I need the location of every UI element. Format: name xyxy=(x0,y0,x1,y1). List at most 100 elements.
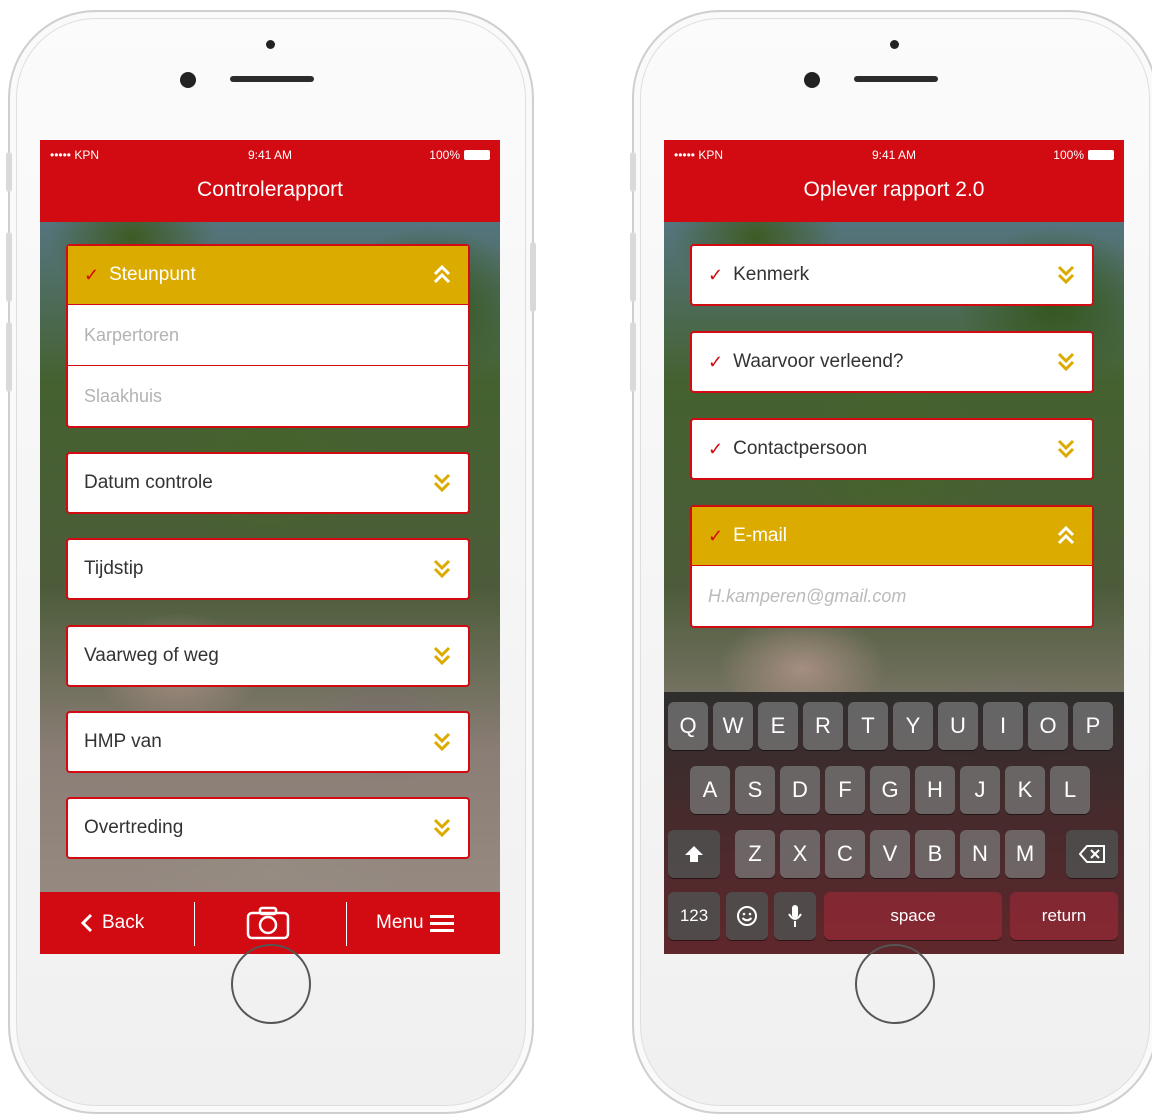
header-bar: ••••• KPN 9:41 AM 100% Oplever rapport 2… xyxy=(664,140,1124,222)
section-contactpersoon[interactable]: ✓ Contactpersoon xyxy=(690,418,1094,480)
section-label: Vaarweg of weg xyxy=(84,645,219,666)
section-header[interactable]: Overtreding xyxy=(68,799,468,857)
power-button xyxy=(530,242,536,312)
chevron-down-double-icon[interactable] xyxy=(432,556,452,580)
dictation-key[interactable] xyxy=(774,892,816,940)
key-v[interactable]: V xyxy=(870,830,910,878)
chevron-down-double-icon[interactable] xyxy=(432,815,452,839)
chevron-down-double-icon[interactable] xyxy=(1056,349,1076,373)
section-hmp-van[interactable]: HMP van xyxy=(66,711,470,773)
section-header[interactable]: HMP van xyxy=(68,713,468,771)
key-n[interactable]: N xyxy=(960,830,1000,878)
emoji-key[interactable] xyxy=(726,892,768,940)
volume-up-button xyxy=(630,232,636,302)
chevron-up-double-icon[interactable] xyxy=(432,262,452,286)
section-label: Contactpersoon xyxy=(733,438,868,459)
section-overtreding[interactable]: Overtreding xyxy=(66,797,470,859)
checkmark-icon: ✓ xyxy=(708,351,724,372)
front-camera xyxy=(180,72,196,88)
earpiece-speaker xyxy=(230,76,314,82)
section-tijdstip[interactable]: Tijdstip xyxy=(66,538,470,600)
screen-right: ••••• KPN 9:41 AM 100% Oplever rapport 2… xyxy=(664,140,1124,954)
option-row[interactable]: Slaakhuis xyxy=(68,365,468,426)
email-field[interactable]: H.kamperen@gmail.com xyxy=(692,565,1092,626)
camera-icon xyxy=(246,906,290,940)
section-steunpunt: ✓ Steunpunt Karpertoren Slaakhuis xyxy=(66,244,470,428)
page-title: Controlerapport xyxy=(197,178,343,201)
clock: 9:41 AM xyxy=(871,148,917,162)
battery-indicator: 100% xyxy=(1053,148,1114,162)
key-q[interactable]: Q xyxy=(668,702,708,750)
key-l[interactable]: L xyxy=(1050,766,1090,814)
key-g[interactable]: G xyxy=(870,766,910,814)
key-o[interactable]: O xyxy=(1028,702,1068,750)
earpiece-speaker xyxy=(854,76,938,82)
chevron-up-double-icon[interactable] xyxy=(1056,523,1076,547)
battery-icon xyxy=(464,150,490,160)
key-b[interactable]: B xyxy=(915,830,955,878)
key-m[interactable]: M xyxy=(1005,830,1045,878)
checkmark-icon: ✓ xyxy=(708,438,724,459)
key-y[interactable]: Y xyxy=(893,702,933,750)
section-header[interactable]: Vaarweg of weg xyxy=(68,627,468,685)
home-button[interactable] xyxy=(231,944,311,1024)
key-r[interactable]: R xyxy=(803,702,843,750)
battery-percent: 100% xyxy=(1053,148,1084,162)
menu-button[interactable]: Menu xyxy=(376,892,454,954)
key-e[interactable]: E xyxy=(758,702,798,750)
section-header[interactable]: Datum controle xyxy=(68,454,468,512)
option-label: Karpertoren xyxy=(84,324,180,345)
key-s[interactable]: S xyxy=(735,766,775,814)
key-f[interactable]: F xyxy=(825,766,865,814)
clock: 9:41 AM xyxy=(247,148,293,162)
key-h[interactable]: H xyxy=(915,766,955,814)
chevron-down-double-icon[interactable] xyxy=(1056,262,1076,286)
section-label: Tijdstip xyxy=(84,558,144,579)
section-waarvoor-verleend[interactable]: ✓ Waarvoor verleend? xyxy=(690,331,1094,393)
key-u[interactable]: U xyxy=(938,702,978,750)
key-p[interactable]: P xyxy=(1073,702,1113,750)
section-vaarweg-of-weg[interactable]: Vaarweg of weg xyxy=(66,625,470,687)
back-label: Back xyxy=(102,912,145,933)
key-z[interactable]: Z xyxy=(735,830,775,878)
on-screen-keyboard: Q W E R T Y U I O P A S D F G H J K L Z … xyxy=(664,692,1124,954)
backspace-key[interactable] xyxy=(1066,830,1118,878)
section-header[interactable]: ✓ Steunpunt xyxy=(68,246,468,304)
key-t[interactable]: T xyxy=(848,702,888,750)
volume-down-button xyxy=(630,322,636,392)
space-key[interactable]: space xyxy=(824,892,1002,940)
chevron-down-double-icon[interactable] xyxy=(432,470,452,494)
section-header[interactable]: ✓ Waarvoor verleend? xyxy=(692,333,1092,391)
key-a[interactable]: A xyxy=(690,766,730,814)
key-k[interactable]: K xyxy=(1005,766,1045,814)
chevron-left-icon xyxy=(80,913,93,933)
chevron-down-double-icon[interactable] xyxy=(432,643,452,667)
key-c[interactable]: C xyxy=(825,830,865,878)
section-datum-controle[interactable]: Datum controle xyxy=(66,452,470,514)
chevron-down-double-icon[interactable] xyxy=(1056,436,1076,460)
numbers-key[interactable]: 123 xyxy=(668,892,720,940)
backspace-icon xyxy=(1079,845,1105,863)
section-label: Steunpunt xyxy=(109,264,196,285)
shift-key[interactable] xyxy=(668,830,720,878)
option-row[interactable]: Karpertoren xyxy=(68,304,468,365)
back-button[interactable]: Back xyxy=(80,892,144,954)
section-label: E-mail xyxy=(733,525,787,546)
section-header[interactable]: Tijdstip xyxy=(68,540,468,598)
section-kenmerk[interactable]: ✓ Kenmerk xyxy=(690,244,1094,306)
section-header[interactable]: ✓ Kenmerk xyxy=(692,246,1092,304)
return-key[interactable]: return xyxy=(1010,892,1118,940)
key-j[interactable]: J xyxy=(960,766,1000,814)
key-i[interactable]: I xyxy=(983,702,1023,750)
shift-arrow-icon xyxy=(685,846,703,862)
key-x[interactable]: X xyxy=(780,830,820,878)
section-header[interactable]: ✓ Contactpersoon xyxy=(692,420,1092,478)
volume-up-button xyxy=(6,232,12,302)
chevron-down-double-icon[interactable] xyxy=(432,729,452,753)
section-header[interactable]: ✓ E-mail xyxy=(692,507,1092,565)
key-d[interactable]: D xyxy=(780,766,820,814)
key-w[interactable]: W xyxy=(713,702,753,750)
volume-down-button xyxy=(6,322,12,392)
home-button[interactable] xyxy=(855,944,935,1024)
emoji-smiley-icon xyxy=(737,906,757,926)
